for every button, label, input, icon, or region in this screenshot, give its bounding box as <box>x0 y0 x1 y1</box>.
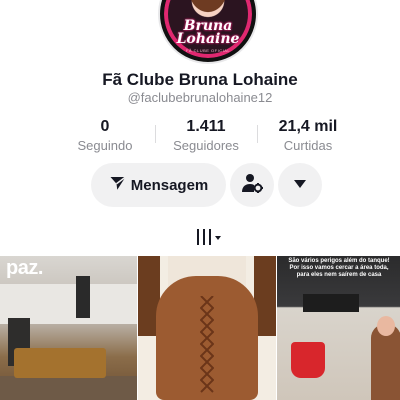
grid-bars-icon <box>197 229 221 245</box>
stat-likes-value: 21,4 mil <box>278 118 338 135</box>
stat-likes[interactable]: 21,4 mil Curtidas <box>258 117 358 154</box>
avatar-logo: Bruna Lohaine <box>164 19 252 47</box>
video-thumbnail-2[interactable] <box>138 256 276 400</box>
stat-following-value: 0 <box>100 118 110 135</box>
kitchen-table <box>14 348 106 378</box>
red-appliance <box>291 342 325 378</box>
video-overlay-text: São vários perigos além do tanque! Por i… <box>288 258 390 278</box>
kitchen-hood <box>76 276 90 318</box>
stat-following-label: Seguindo <box>77 138 133 153</box>
avatar-image: Bruna Lohaine FÃ CLUBE OFICIAL <box>164 0 252 58</box>
profile-tabs <box>0 225 400 255</box>
stat-followers[interactable]: 1.411 Seguidores <box>156 117 256 154</box>
avatar-logo-line2: Lohaine <box>176 31 240 47</box>
kitchen-floor <box>0 376 137 400</box>
profile-handle: @faclubebrunalohaine12 <box>127 90 273 105</box>
stat-followers-value: 1.411 <box>186 118 226 135</box>
video-thumbnail-1[interactable]: paz. <box>0 256 137 400</box>
message-button-label: Mensagem <box>130 176 209 194</box>
stat-likes-label: Curtidas <box>283 138 333 153</box>
lacing-icon <box>200 296 214 393</box>
user-settings-icon <box>240 171 264 200</box>
kitchen-hood <box>303 294 359 312</box>
stat-following[interactable]: 0 Seguindo <box>55 117 155 154</box>
stat-followers-label: Seguidores <box>173 138 239 153</box>
video-thumbnail-3[interactable]: São vários perigos além do tanque! Por i… <box>277 256 400 400</box>
profile-stats: 0 Seguindo 1.411 Seguidores 21,4 mil Cur… <box>0 117 400 157</box>
tab-videos[interactable] <box>193 227 227 249</box>
avatar-subtext: FÃ CLUBE OFICIAL <box>185 48 231 53</box>
chevron-down-icon <box>293 176 307 194</box>
video-overlay-text: paz. <box>6 257 43 279</box>
send-icon <box>109 174 127 197</box>
person-face <box>377 316 395 336</box>
more-button[interactable] <box>278 163 322 207</box>
message-button[interactable]: Mensagem <box>91 163 226 207</box>
follow-options-button[interactable] <box>230 163 274 207</box>
video-grid: paz. São vários perigos além do tanque! … <box>0 256 400 400</box>
profile-name: Fã Clube Bruna Lohaine <box>102 70 298 89</box>
profile-avatar[interactable]: Bruna Lohaine FÃ CLUBE OFICIAL <box>158 0 258 64</box>
